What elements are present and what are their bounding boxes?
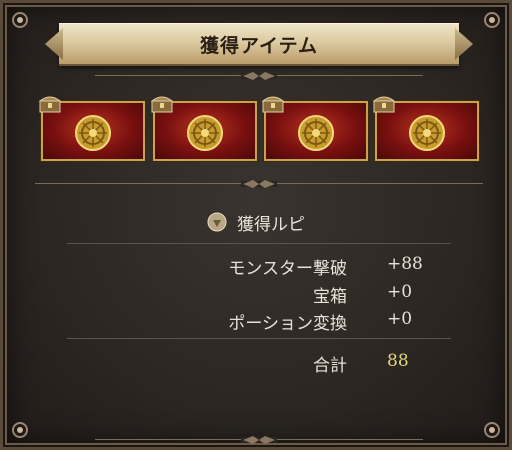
item-card[interactable] [373,96,479,161]
corner-ornament-icon [481,419,503,441]
treasure-chest-icon [373,96,395,113]
divider-ornament-icon [241,72,277,80]
row-value: +0 [387,282,413,302]
gold-medal-icon [187,115,223,151]
total-row: 合計 88 [67,351,451,376]
rupi-header: 獲得ルピ [207,209,305,235]
rupi-breakdown-row: ポーション変換 +0 [67,309,451,334]
corner-ornament-icon [481,9,503,31]
dialog-title: 獲得アイテム [199,34,319,57]
rupi-breakdown-row: モンスター撃破 +88 [67,254,451,279]
top-divider [95,69,423,83]
row-label: 宝箱 [313,287,347,307]
item-card[interactable] [151,96,257,161]
total-value: 88 [387,351,409,371]
row-label: モンスター撃破 [228,259,347,279]
bottom-divider [95,433,423,447]
rupi-breakdown-row: 宝箱 +0 [67,282,451,307]
row-label: ポーション変換 [228,314,347,334]
gold-medal-icon [409,115,445,151]
row-value: +0 [387,309,413,329]
rupi-label: 獲得ルピ [237,214,305,235]
gold-medal-icon [298,115,334,151]
divider-ornament-icon [241,436,277,444]
item-list [39,96,481,167]
item-card[interactable] [39,96,145,161]
divider-ornament-icon [241,180,277,188]
separator [67,243,451,244]
item-card[interactable] [262,96,368,161]
gold-medal-icon [75,115,111,151]
row-value: +88 [387,254,423,274]
corner-ornament-icon [9,419,31,441]
middle-divider [35,177,483,191]
treasure-chest-icon [39,96,61,113]
treasure-chest-icon [262,96,284,113]
separator [67,338,451,339]
corner-ornament-icon [9,9,31,31]
title-banner: 獲得アイテム [59,23,459,66]
rupi-coin-icon [207,212,227,232]
reward-dialog: 獲得アイテム 獲得ルピ モンスター撃破 +88 宝箱 +0 ポーション変換 +0… [0,0,512,450]
treasure-chest-icon [151,96,173,113]
total-label: 合計 [313,356,347,376]
